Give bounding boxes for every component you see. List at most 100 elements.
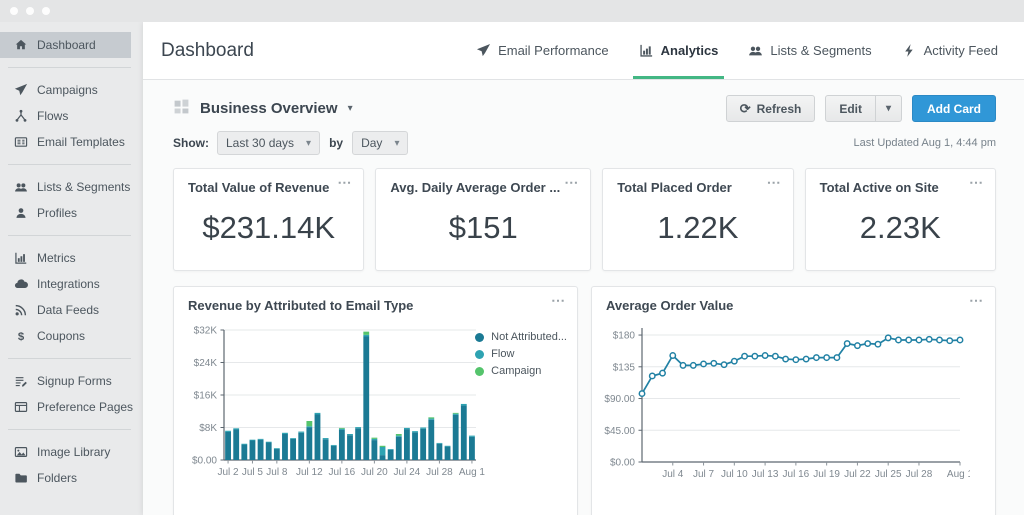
sidebar-item-integrations[interactable]: Integrations bbox=[0, 271, 143, 297]
stat-card-title: Avg. Daily Average Order ... bbox=[376, 169, 590, 196]
line-chart-svg: $180$135$90.00$45.00$0.00Jul 4Jul 7Jul 1… bbox=[598, 322, 970, 482]
edit-dropdown-button[interactable]: ▾ bbox=[876, 95, 902, 122]
date-range-select[interactable]: Last 30 days ▾ bbox=[217, 131, 320, 155]
tab-activity-feed[interactable]: Activity Feed bbox=[902, 22, 998, 79]
show-label: Show: bbox=[173, 136, 209, 150]
sidebar-item-signup-forms[interactable]: Signup Forms bbox=[0, 368, 143, 394]
chart-title: Revenue by Attributed to Email Type bbox=[174, 287, 577, 314]
sidebar-item-email-templates[interactable]: Email Templates bbox=[0, 129, 143, 155]
sidebar-item-image-library[interactable]: Image Library bbox=[0, 439, 143, 465]
sidebar-item-metrics[interactable]: Metrics bbox=[0, 245, 143, 271]
edit-button[interactable]: Edit bbox=[825, 95, 876, 122]
newspaper-icon bbox=[13, 135, 28, 150]
svg-text:Jul 24: Jul 24 bbox=[394, 467, 421, 478]
sidebar-item-label: Email Templates bbox=[37, 135, 125, 149]
svg-text:$90.00: $90.00 bbox=[604, 394, 635, 405]
rss-icon bbox=[13, 303, 28, 318]
sidebar-item-flows[interactable]: Flows bbox=[0, 103, 143, 129]
bar-chart-svg: $32K$24K$16K$8K$0.00Jul 2Jul 5Jul 8Jul 1… bbox=[180, 322, 488, 482]
refresh-icon: ⟳ bbox=[740, 101, 751, 117]
svg-text:$32K: $32K bbox=[194, 325, 218, 336]
stat-card-avg-daily-average-order: Avg. Daily Average Order ...⋯$151 bbox=[375, 168, 591, 271]
board-toolbar: Business Overview ▾ ⟳ Refresh Edit ▾ Add… bbox=[173, 95, 996, 122]
refresh-label: Refresh bbox=[757, 102, 802, 116]
users-icon bbox=[748, 43, 763, 58]
sidebar-item-dashboard[interactable]: Dashboard bbox=[0, 32, 131, 58]
sidebar-item-data-feeds[interactable]: Data Feeds bbox=[0, 297, 143, 323]
sidebar-item-label: Preference Pages bbox=[37, 400, 133, 414]
sidebar-item-label: Metrics bbox=[37, 251, 76, 265]
card-menu-icon[interactable]: ⋯ bbox=[969, 293, 984, 307]
svg-text:Jul 16: Jul 16 bbox=[329, 467, 356, 478]
chart-title: Average Order Value bbox=[592, 287, 995, 314]
svg-text:$: $ bbox=[17, 331, 24, 343]
stat-card-value: $231.14K bbox=[174, 196, 363, 270]
sidebar-item-profiles[interactable]: Profiles bbox=[0, 200, 143, 226]
revenue-chart-card: Revenue by Attributed to Email Type ⋯ $3… bbox=[173, 286, 578, 515]
refresh-button[interactable]: ⟳ Refresh bbox=[726, 95, 816, 122]
interval-select[interactable]: Day ▾ bbox=[352, 131, 408, 155]
svg-text:Jul 4: Jul 4 bbox=[662, 469, 684, 480]
sidebar-item-lists-segments[interactable]: Lists & Segments bbox=[0, 174, 143, 200]
stat-card-title: Total Value of Revenue bbox=[174, 169, 363, 196]
sidebar-item-label: Signup Forms bbox=[37, 374, 112, 388]
sidebar-divider bbox=[8, 164, 131, 165]
image-icon bbox=[13, 445, 28, 460]
window-dot-icon[interactable] bbox=[42, 7, 50, 15]
card-menu-icon[interactable]: ⋯ bbox=[564, 175, 579, 189]
line-chart: $180$135$90.00$45.00$0.00Jul 4Jul 7Jul 1… bbox=[598, 322, 991, 487]
filter-row: Show: Last 30 days ▾ by Day ▾ Last Updat… bbox=[173, 131, 996, 155]
card-menu-icon[interactable]: ⋯ bbox=[551, 293, 566, 307]
window-icon bbox=[13, 400, 28, 415]
sidebar-item-label: Campaigns bbox=[37, 83, 98, 97]
legend-item-flow: Flow bbox=[475, 348, 567, 360]
form-list-icon bbox=[13, 374, 28, 389]
stat-card-title: Total Active on Site bbox=[806, 169, 995, 196]
legend-dot-icon bbox=[475, 350, 484, 359]
svg-text:Jul 2: Jul 2 bbox=[218, 467, 240, 478]
board-title-dropdown[interactable]: Business Overview ▾ bbox=[173, 98, 353, 120]
charts-row: Revenue by Attributed to Email Type ⋯ $3… bbox=[173, 286, 996, 515]
legend-label: Flow bbox=[491, 348, 514, 360]
tab-bar: Email Performance Analytics Lists & Segmen… bbox=[476, 22, 998, 79]
sidebar-item-preference-pages[interactable]: Preference Pages bbox=[0, 394, 143, 420]
sidebar-item-coupons[interactable]: $Coupons bbox=[0, 323, 143, 349]
aov-chart-card: Average Order Value ⋯ $180$135$90.00$45.… bbox=[591, 286, 996, 515]
svg-text:Jul 13: Jul 13 bbox=[752, 469, 779, 480]
svg-text:Jul 28: Jul 28 bbox=[426, 467, 453, 478]
svg-text:Jul 25: Jul 25 bbox=[875, 469, 902, 480]
window-controls[interactable] bbox=[10, 7, 50, 15]
tab-analytics[interactable]: Analytics bbox=[639, 22, 719, 79]
sidebar-item-label: Integrations bbox=[37, 277, 100, 291]
users-icon bbox=[13, 180, 28, 195]
tab-lists-segments[interactable]: Lists & Segments bbox=[748, 22, 871, 79]
window-dot-icon[interactable] bbox=[10, 7, 18, 15]
svg-text:$45.00: $45.00 bbox=[604, 425, 635, 436]
card-menu-icon[interactable]: ⋯ bbox=[337, 175, 352, 189]
card-menu-icon[interactable]: ⋯ bbox=[969, 175, 984, 189]
sidebar-item-campaigns[interactable]: Campaigns bbox=[0, 77, 143, 103]
tab-email-performance[interactable]: Email Performance bbox=[476, 22, 609, 79]
legend-label: Not Attributed... bbox=[491, 331, 567, 343]
user-icon bbox=[13, 206, 28, 221]
legend-item-campaign: Campaign bbox=[475, 365, 567, 377]
stat-cards-row: Total Value of Revenue⋯$231.14KAvg. Dail… bbox=[173, 168, 996, 271]
svg-text:$16K: $16K bbox=[194, 390, 218, 401]
svg-text:Jul 16: Jul 16 bbox=[783, 469, 810, 480]
svg-text:$180: $180 bbox=[613, 330, 636, 341]
add-card-button[interactable]: Add Card bbox=[912, 95, 996, 122]
main-panel: Dashboard Email PerformanceAnalyticsList… bbox=[143, 22, 1024, 515]
cloud-icon bbox=[13, 277, 28, 292]
svg-text:Jul 22: Jul 22 bbox=[844, 469, 871, 480]
sidebar-item-folders[interactable]: Folders bbox=[0, 465, 143, 491]
svg-text:$0.00: $0.00 bbox=[192, 455, 217, 466]
card-menu-icon[interactable]: ⋯ bbox=[767, 175, 782, 189]
legend-dot-icon bbox=[475, 367, 484, 376]
svg-text:Jul 10: Jul 10 bbox=[721, 469, 748, 480]
paper-plane-icon bbox=[13, 83, 28, 98]
paper-plane-icon bbox=[476, 43, 491, 58]
window-dot-icon[interactable] bbox=[26, 7, 34, 15]
window-title-bar bbox=[0, 0, 1024, 22]
svg-text:Jul 20: Jul 20 bbox=[361, 467, 388, 478]
bar-chart-icon bbox=[639, 43, 654, 58]
